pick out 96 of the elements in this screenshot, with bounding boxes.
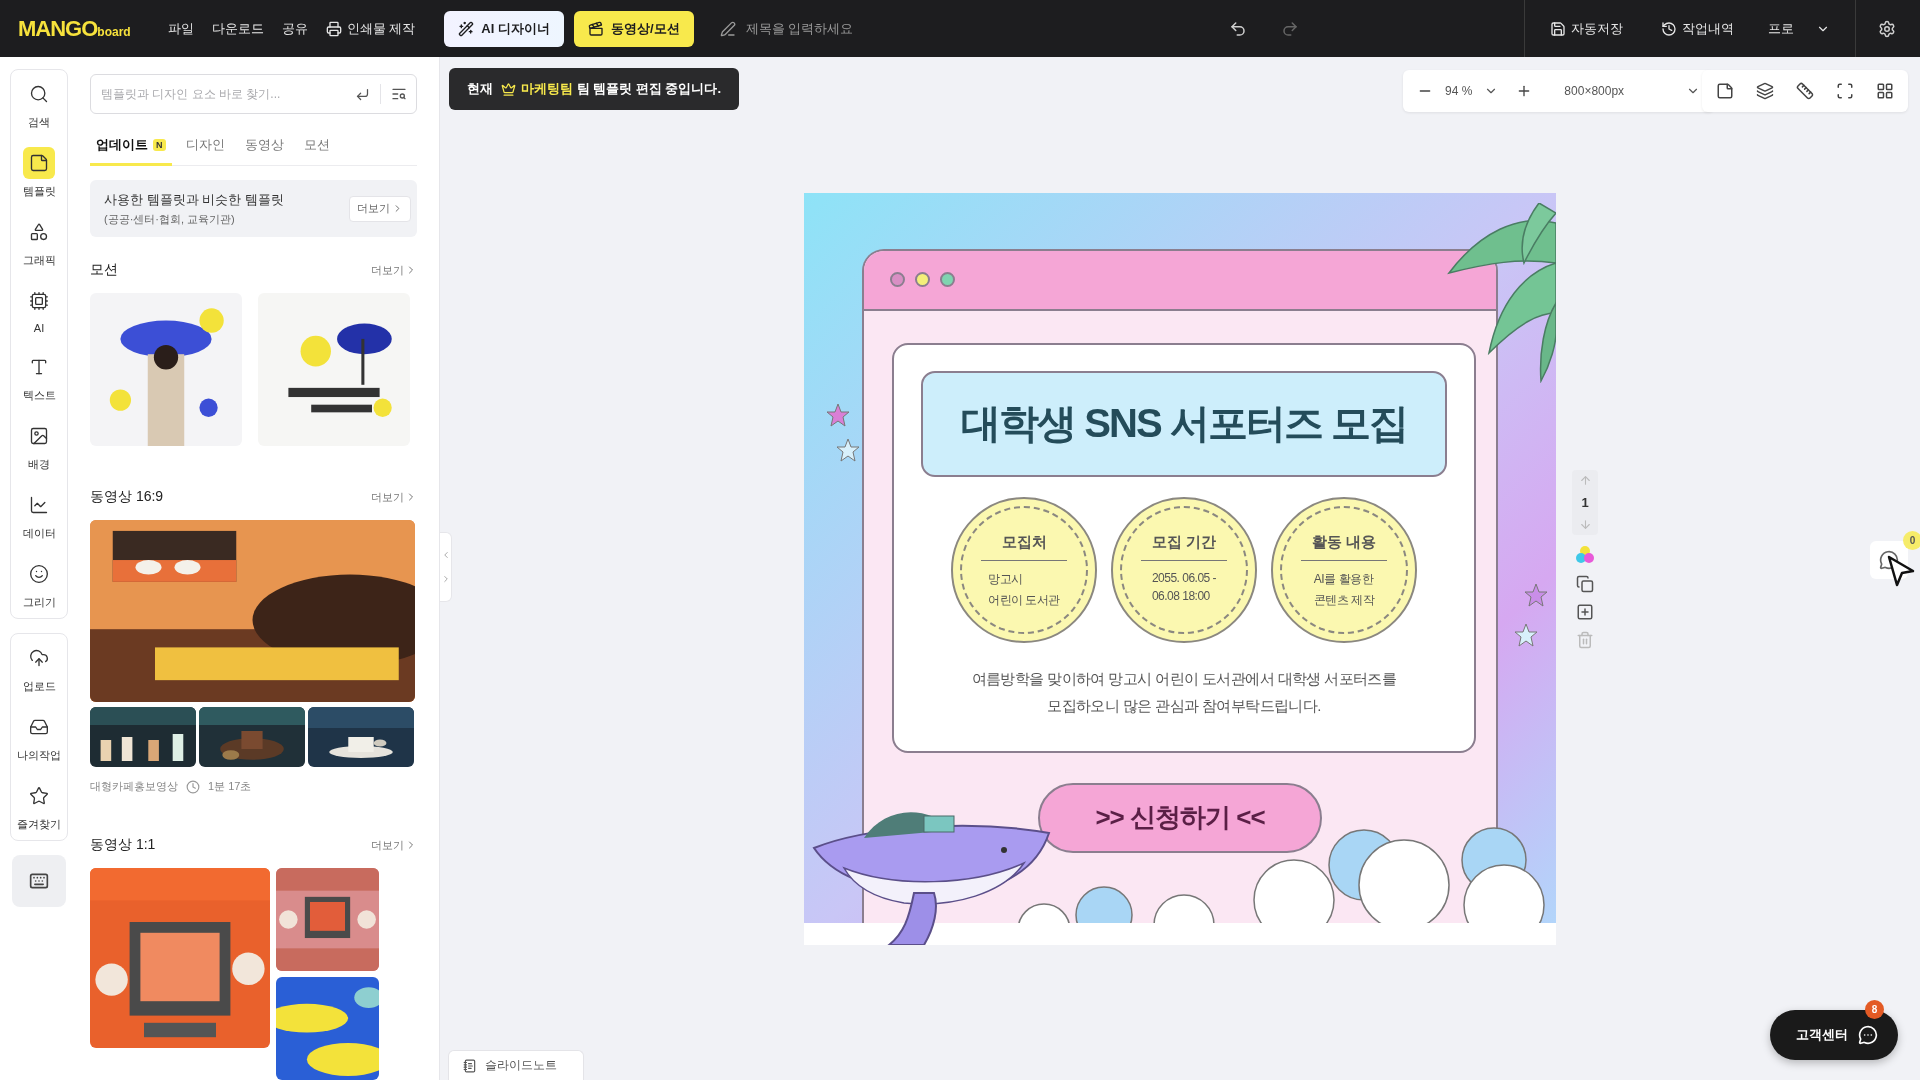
sidebar-item[interactable]: 검색 [11, 78, 67, 130]
title-field[interactable]: 제목을 입력하세요 [743, 20, 1004, 37]
color-circles-icon[interactable] [1575, 545, 1595, 565]
menu-item[interactable]: 공유 [272, 13, 317, 44]
comment-count: 0 [1903, 531, 1920, 550]
more-link[interactable]: 더보기 [371, 262, 417, 278]
plan-menu[interactable]: 프로 [1759, 13, 1839, 44]
more-link[interactable]: 더보기 [371, 837, 417, 853]
keyboard-icon [29, 871, 49, 891]
star-icon [1514, 622, 1538, 647]
video-duration: 1분 17초 [208, 779, 252, 794]
sidebar-item[interactable]: 나의작업 [11, 711, 67, 763]
sidebar-item[interactable]: 그래픽 [11, 216, 67, 268]
clock-icon [186, 779, 200, 794]
video-motion-button[interactable]: 동영상/모션 [573, 10, 694, 47]
crown-icon [501, 81, 516, 97]
more-button[interactable]: 더보기 [349, 195, 411, 222]
print-button[interactable]: 인쇄물 제작 [316, 13, 425, 44]
sidebar-item[interactable]: 업로드 [11, 642, 67, 694]
chat-icon [1858, 1025, 1878, 1045]
star-icon [29, 786, 49, 806]
apply-banner: >> 신청하기 << [1038, 782, 1322, 853]
search-field[interactable]: 템플릿과 디자인 요소 바로 찾기... [90, 74, 417, 114]
image-icon [29, 426, 49, 446]
autosave-button[interactable]: 자동저장 [1541, 13, 1632, 44]
badge-text: 어린이 도서관 [988, 591, 1060, 609]
note-icon [29, 153, 49, 173]
clapperboard-icon [587, 20, 604, 37]
history-icon [1661, 20, 1677, 37]
badge-text: AI를 활용한 [1313, 570, 1375, 588]
badge-heading: 모집처 [981, 532, 1067, 561]
chat-icon [1879, 550, 1899, 570]
video-title: 대형카페홍보영상 [90, 779, 178, 794]
more-link[interactable]: 더보기 [371, 489, 417, 505]
star-icon [826, 402, 850, 427]
badge-text: 2055. 06.05 - [1151, 570, 1217, 585]
star-icon [1524, 582, 1548, 607]
copy-icon[interactable] [1576, 575, 1594, 593]
ai-designer-button[interactable]: AI 디자이너 [444, 10, 564, 47]
category-tab[interactable]: 동영상 [238, 136, 290, 166]
chart-icon [29, 495, 49, 515]
new-badge: N [153, 139, 166, 151]
slide-note-tab[interactable]: 슬라이드노트 [448, 1050, 584, 1080]
text-icon [29, 357, 49, 377]
window-dot [940, 272, 955, 287]
sidebar-item[interactable]: 배경 [11, 420, 67, 472]
shapes-icon [29, 222, 49, 242]
magic-wand-icon [458, 20, 475, 37]
logo[interactable]: MANGOboard [18, 15, 131, 42]
suggestion-subtitle: (공공·센터·협회, 교육기관) [104, 211, 236, 227]
collapse-handle[interactable] [440, 532, 452, 602]
star-icon [836, 437, 860, 462]
sidebar-item[interactable]: 템플릿 [11, 147, 67, 199]
category-tab[interactable]: 업데이트 N [90, 136, 172, 166]
badge-heading: 활동 내용 [1301, 532, 1387, 561]
upload-icon [29, 648, 49, 668]
menu-item[interactable]: 다운로드 [202, 13, 273, 44]
sidebar-item[interactable]: 데이터 [11, 489, 67, 541]
badge-text: 06.08 18:00 [1151, 588, 1211, 603]
add-page-icon[interactable] [1576, 603, 1594, 621]
badge-text: 콘텐츠 제작 [1313, 591, 1375, 609]
save-icon [1550, 20, 1566, 37]
sidebar-item[interactable]: 즐겨찾기 [11, 780, 67, 832]
badge-heading: 모집 기간 [1141, 532, 1227, 561]
menu-item[interactable]: 파일 [158, 13, 203, 44]
window-dot [915, 272, 930, 287]
poster-description: 여름방학을 맞이하여 망고시 어린이 도서관에서 대학생 서포터즈를 모집하오니 많은 관심과 참여부탁드립니다. [971, 668, 1397, 716]
category-tab[interactable]: 모션 [297, 136, 336, 166]
suggestion-title: 사용한 템플릿과 비슷한 템플릿 [104, 190, 284, 209]
notice-text: 현재 [467, 80, 493, 98]
window-dot [890, 272, 905, 287]
printer-icon [325, 20, 342, 37]
smile-icon [29, 564, 49, 584]
sidebar-item[interactable]: 그리기 [11, 558, 67, 610]
keyboard-button[interactable] [12, 855, 66, 907]
sidebar-item[interactable]: 텍스트 [11, 351, 67, 403]
pen-icon [719, 20, 736, 37]
canvas-size[interactable]: 800×800px [1564, 84, 1675, 98]
inbox-icon [29, 717, 49, 737]
section-title: 모션 [90, 261, 118, 279]
enter-icon[interactable] [355, 86, 370, 102]
zoom-value[interactable]: 94 % [1445, 84, 1473, 98]
chip-icon [29, 291, 49, 311]
notes-icon [463, 1058, 477, 1073]
notice-text: 마케팅팀 팀 템플릿 편집 중입니다. [521, 80, 722, 98]
cursor-icon [1887, 555, 1915, 587]
category-tab[interactable]: 디자인 [179, 136, 231, 166]
search-icon [29, 84, 49, 104]
sidebar-item[interactable]: AI [11, 285, 67, 334]
page-number: 1 [1581, 495, 1589, 510]
poster-title: 대학생 SNS 서포터즈 모집 [921, 370, 1447, 477]
section-title: 동영상 16:9 [90, 488, 164, 506]
badge-text: 망고시 [988, 570, 1024, 588]
section-title: 동영상 1:1 [90, 836, 156, 854]
filter-search-icon[interactable] [391, 86, 407, 102]
history-button[interactable]: 작업내역 [1652, 13, 1743, 44]
